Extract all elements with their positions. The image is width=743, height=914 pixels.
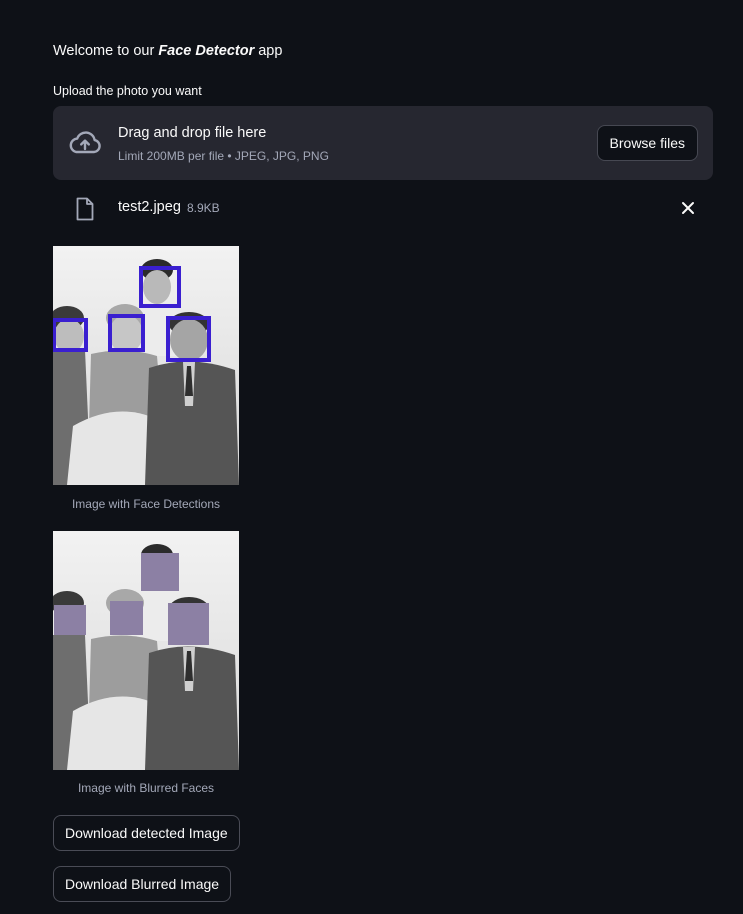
upload-label: Upload the photo you want	[53, 84, 202, 98]
welcome-prefix: Welcome to our	[53, 43, 159, 59]
dropzone-subtitle: Limit 200MB per file • JPEG, JPG, PNG	[118, 149, 329, 163]
cloud-upload-icon	[69, 131, 101, 154]
dropzone-title: Drag and drop file here	[118, 125, 267, 141]
file-icon	[76, 197, 94, 221]
blurred-faces-image	[53, 531, 239, 770]
detected-image-caption: Image with Face Detections	[71, 497, 221, 511]
download-detected-button[interactable]: Download detected Image	[53, 815, 240, 851]
detected-faces-image	[53, 246, 239, 485]
app-name: Face Detector	[158, 43, 255, 59]
browse-files-button[interactable]: Browse files	[596, 125, 698, 161]
uploaded-file-row: test2.jpeg 8.9KB	[53, 190, 713, 230]
close-icon[interactable]	[681, 201, 695, 215]
download-blurred-button[interactable]: Download Blurred Image	[53, 866, 232, 902]
blurred-image-caption: Image with Blurred Faces	[77, 781, 215, 795]
welcome-suffix: app	[254, 43, 283, 59]
file-name: test2.jpeg	[118, 199, 181, 215]
file-dropzone[interactable]: Drag and drop file here Limit 200MB per …	[53, 106, 713, 180]
welcome-text: Welcome to our Face Detector app	[53, 43, 282, 59]
file-size: 8.9KB	[187, 201, 220, 215]
